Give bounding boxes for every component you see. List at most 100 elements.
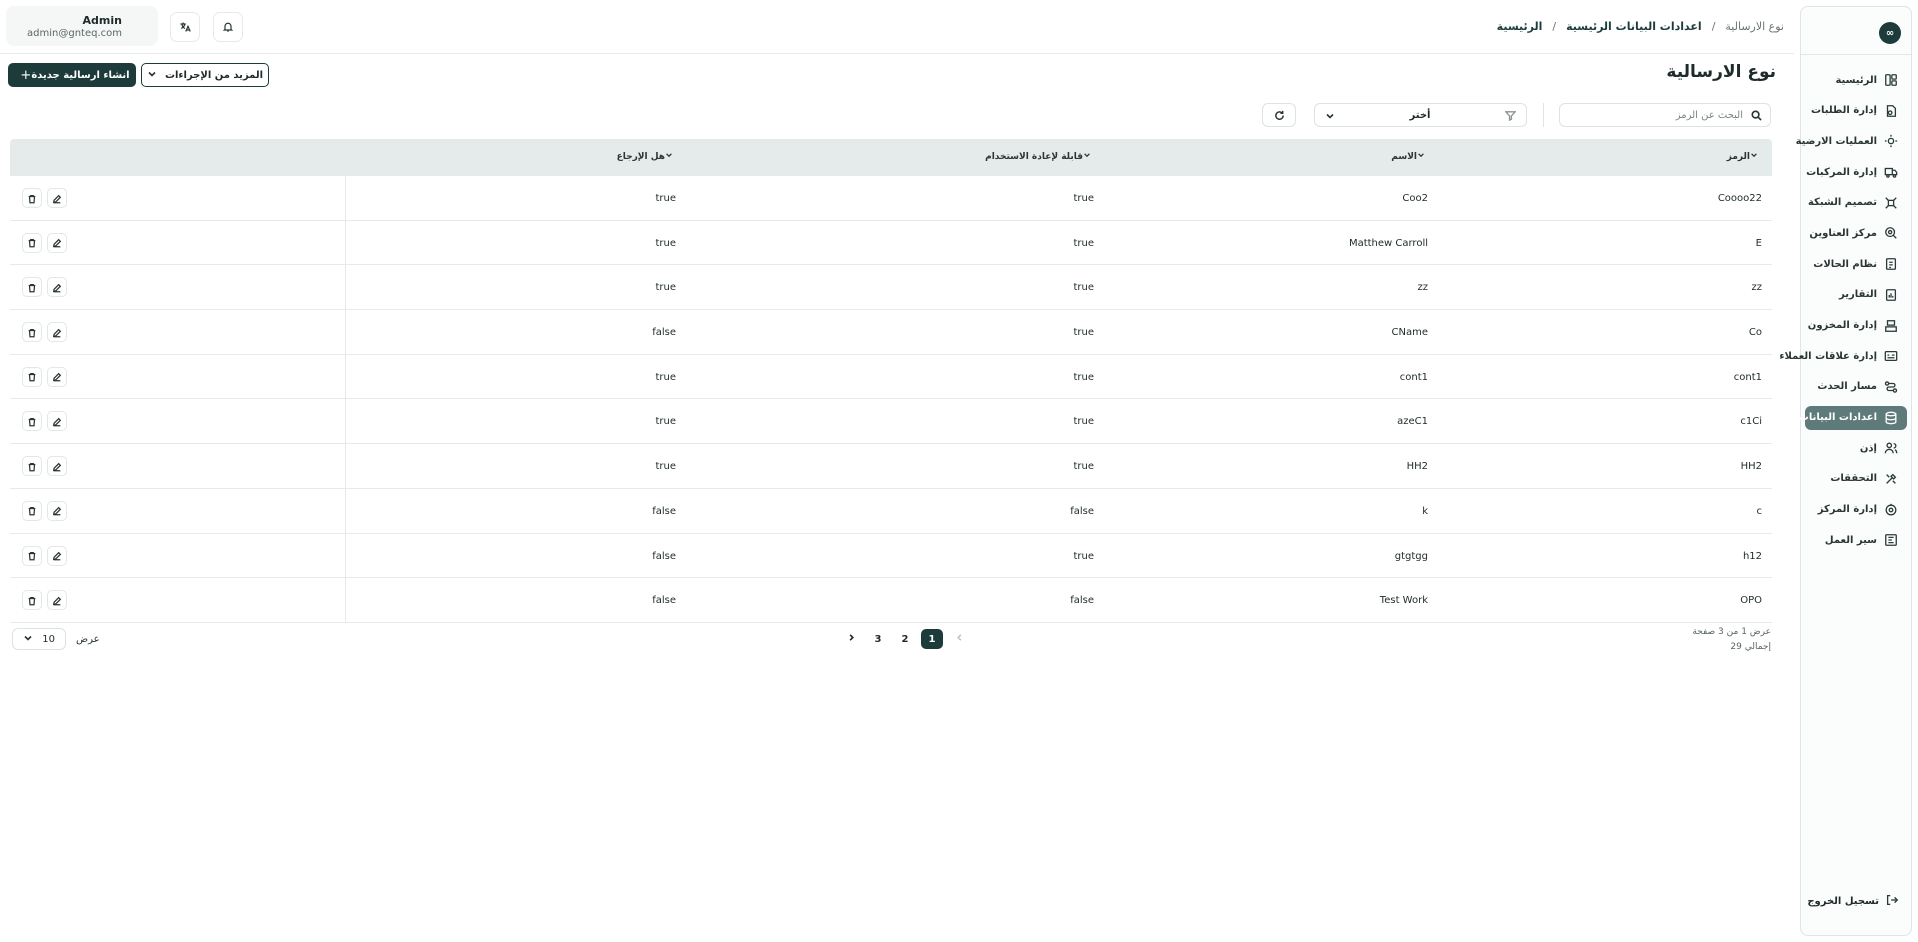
cell-name: azeC1 (1397, 416, 1428, 428)
sidebar: ∞ الرئيسية إدارة الطلبات العمليات الارضية إ… (1779, 6, 1912, 936)
sidebar-item-11[interactable]: اعدادات البيانات (1799, 405, 1907, 430)
trash-icon (27, 278, 37, 297)
language-button[interactable] (170, 12, 200, 42)
sidebar-item-8[interactable]: إدارة المخزون (1805, 314, 1907, 338)
page-size-select[interactable]: 10 (12, 628, 66, 650)
delete-button[interactable] (22, 232, 42, 253)
pencil-icon (52, 323, 62, 342)
trash-icon (27, 457, 37, 476)
tools-icon (1883, 471, 1899, 487)
create-label: انشاء ارسالية جديدة (31, 69, 130, 81)
sidebar-item-4[interactable]: تصميم الشبكة (1805, 191, 1907, 215)
route-icon (1883, 379, 1899, 395)
delete-button[interactable] (22, 277, 42, 298)
cell-code: c (1756, 505, 1763, 517)
database-icon (1883, 410, 1899, 426)
center-icon (1883, 502, 1899, 518)
column-header-returnable[interactable]: هل الإرجاع (617, 151, 679, 162)
sidebar-item-2[interactable]: العمليات الارضية (1796, 129, 1907, 153)
chevron-down-icon (23, 633, 33, 646)
sidebar-item-15[interactable]: سير العمل (1805, 528, 1907, 552)
page-button-2[interactable]: 2 (894, 629, 916, 649)
more-actions-button[interactable]: المزيد من الإجراءات (141, 63, 269, 87)
cell-name: Coo2 (1402, 193, 1428, 204)
delete-button[interactable] (22, 590, 42, 611)
cell-code: cont1 (1733, 371, 1762, 383)
sidebar-item-label: اعدادات البيانات (1798, 412, 1877, 424)
page-title: نوع الارسالية (1666, 62, 1776, 82)
sidebar-item-10[interactable]: مسار الحدث (1805, 375, 1907, 399)
trash-icon (27, 412, 37, 431)
prev-page-button[interactable] (948, 629, 970, 649)
column-header-reusable[interactable]: قابلة لإعادة الاستخدام (985, 151, 1097, 162)
logout-button[interactable]: تسجيل الخروج (1807, 892, 1899, 911)
delete-button[interactable] (22, 411, 42, 432)
pencil-icon (52, 457, 62, 476)
column-label: هل الإرجاع (616, 151, 665, 162)
refresh-icon (1274, 106, 1285, 125)
table-row: HH2 HH2 true true (10, 444, 1772, 489)
column-header-name[interactable]: الاسم (1391, 151, 1431, 162)
sidebar-item-13[interactable]: التحققات (1805, 467, 1907, 491)
refresh-button[interactable] (1262, 103, 1296, 127)
sort-icon (1083, 151, 1091, 162)
edit-button[interactable] (47, 500, 67, 521)
sidebar-item-6[interactable]: نظام الحالات (1805, 252, 1907, 276)
edit-button[interactable] (47, 366, 67, 387)
filter-select[interactable]: أختر (1314, 103, 1527, 127)
edit-button[interactable] (47, 322, 67, 343)
edit-button[interactable] (47, 188, 67, 208)
delete-button[interactable] (22, 545, 42, 566)
sidebar-item-label: مركز العناوين (1809, 227, 1877, 239)
breadcrumb-home[interactable]: الرئيسية (1497, 20, 1543, 33)
column-header-code[interactable]: الرمز (1727, 151, 1764, 162)
cell-code: zz (1751, 282, 1763, 294)
delete-button[interactable] (22, 500, 42, 521)
table-row: h12 gtgtgg true false (10, 533, 1772, 579)
page-button-3[interactable]: 3 (867, 629, 889, 649)
chevron-down-icon (1325, 106, 1335, 125)
edit-button[interactable] (47, 590, 67, 611)
inventory-icon (1883, 318, 1899, 334)
delete-button[interactable] (22, 322, 42, 343)
edit-button[interactable] (47, 277, 67, 298)
filter-icon (1504, 106, 1517, 125)
user-menu[interactable]: Admin admin@gnteq.com (6, 6, 158, 46)
trash-icon (27, 591, 37, 610)
edit-button[interactable] (47, 411, 67, 432)
notifications-button[interactable] (213, 12, 243, 42)
delete-button[interactable] (22, 366, 42, 387)
sidebar-item-12[interactable]: إذن (1805, 436, 1907, 460)
app-logo[interactable]: ∞ (1879, 22, 1901, 44)
cell-reusable: true (1073, 461, 1094, 473)
next-page-button[interactable] (840, 629, 862, 649)
cell-returnable: false (652, 550, 676, 562)
row-actions (10, 354, 346, 399)
edit-button[interactable] (47, 232, 67, 253)
map-pin-icon (1883, 225, 1899, 241)
cell-returnable: false (652, 327, 676, 339)
sidebar-item-0[interactable]: الرئيسية (1805, 68, 1907, 92)
search-input[interactable] (1573, 109, 1743, 121)
crm-icon (1883, 348, 1899, 364)
sidebar-item-9[interactable]: إدارة علاقات العملاء (1779, 344, 1907, 368)
delete-button[interactable] (22, 456, 42, 477)
pencil-icon (52, 546, 62, 565)
edit-button[interactable] (47, 545, 67, 566)
page-button-1[interactable]: 1 (921, 629, 943, 649)
sidebar-item-14[interactable]: إدارة المركز (1805, 498, 1907, 522)
edit-button[interactable] (47, 456, 67, 477)
sidebar-item-3[interactable]: إدارة المركبات (1805, 160, 1907, 184)
orders-icon (1883, 103, 1899, 119)
sidebar-item-7[interactable]: التقارير (1805, 283, 1907, 307)
breadcrumb-master-data[interactable]: اعدادات البيانات الرئيسية (1566, 20, 1702, 33)
pagination-info: عرض 1 من 3 صفحة إجمالي 29 (1692, 625, 1771, 655)
trash-icon (27, 367, 37, 386)
delete-button[interactable] (22, 188, 42, 208)
cell-returnable: true (655, 461, 676, 473)
page-size-control: 10 عرض (12, 628, 100, 650)
create-shipment-button[interactable]: انشاء ارسالية جديدة + (8, 63, 136, 87)
sidebar-item-5[interactable]: مركز العناوين (1805, 221, 1907, 245)
bell-icon (222, 18, 234, 37)
sidebar-item-1[interactable]: إدارة الطلبات (1805, 99, 1907, 123)
